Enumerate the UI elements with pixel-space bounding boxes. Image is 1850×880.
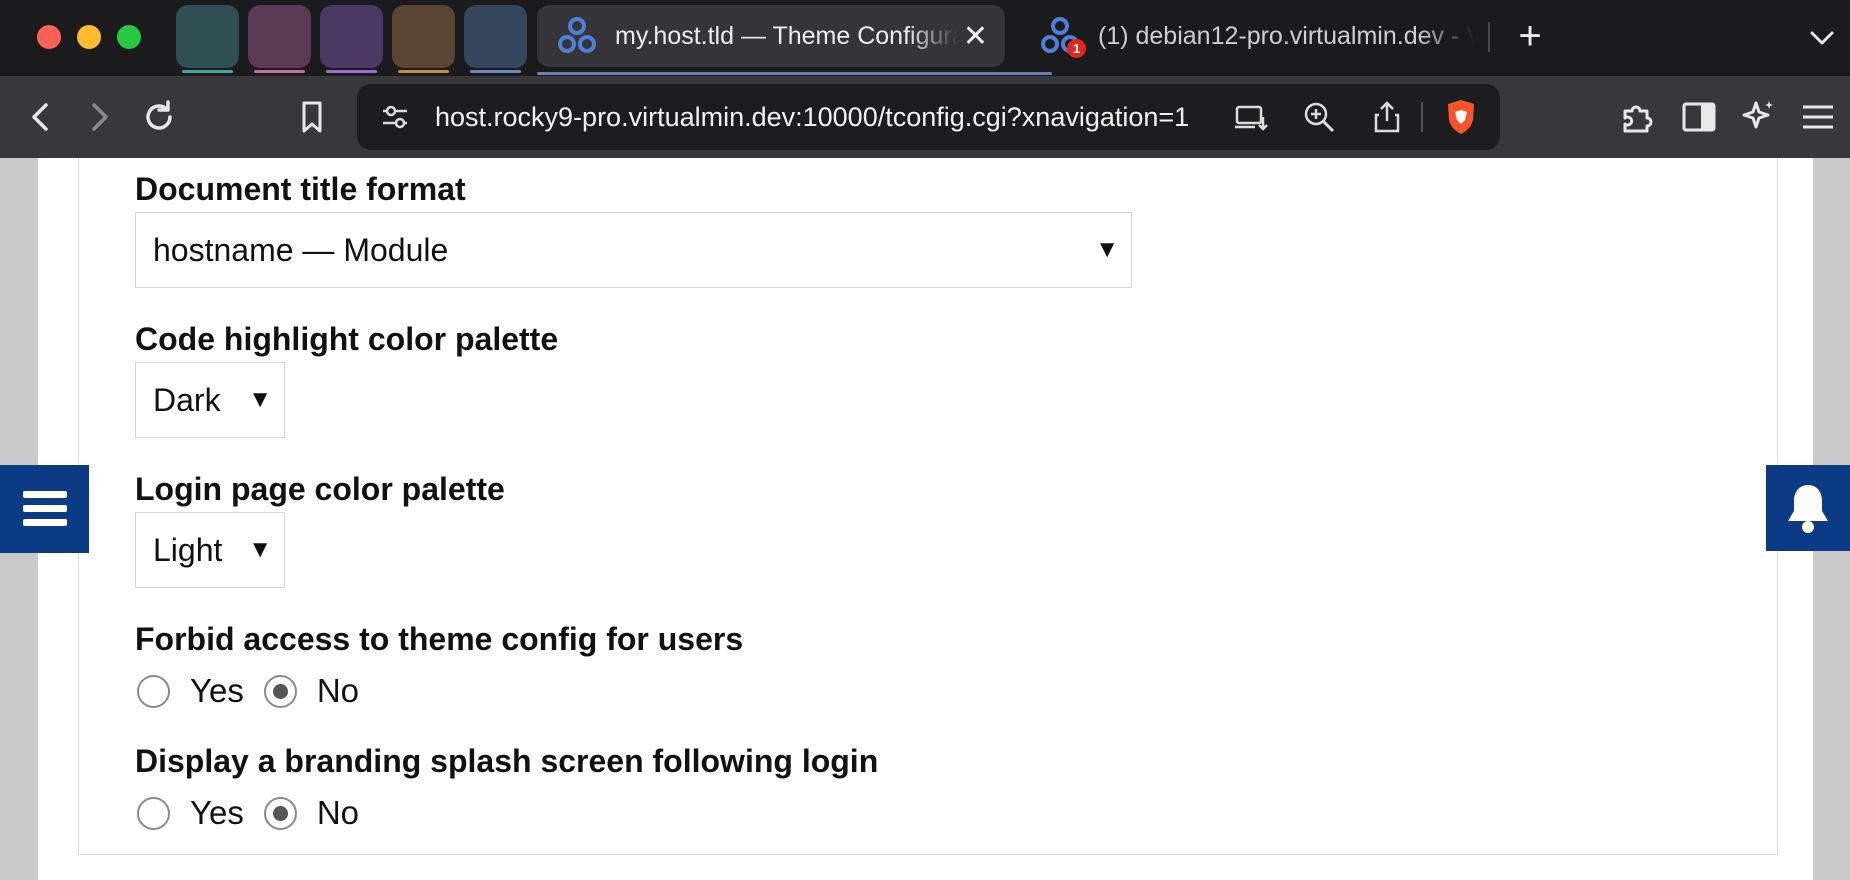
forbid-access-no-radio[interactable] (263, 674, 297, 708)
sparkle-star-icon (1742, 101, 1773, 129)
page-viewport: Document title format hostname — Module … (0, 158, 1850, 880)
hamburger-menu-icon (22, 491, 67, 526)
code-palette-select[interactable]: Dark ▼ (135, 362, 285, 438)
tab-load-indicator (537, 72, 1052, 75)
reload-button[interactable] (136, 94, 182, 140)
leo-ai-button[interactable] (1735, 94, 1781, 140)
forbid-access-radio-group: Yes No (137, 671, 379, 711)
back-arrow-icon (32, 103, 48, 131)
forbid-access-yes-radio[interactable] (137, 674, 170, 708)
address-bar-divider (1421, 102, 1423, 132)
reload-icon (146, 100, 172, 130)
dropdown-arrow-icon: ▼ (248, 386, 272, 413)
share-icon[interactable] (1365, 95, 1409, 139)
pinned-tab-1[interactable] (176, 5, 239, 73)
login-palette-value: Light (153, 531, 223, 568)
back-button[interactable] (18, 94, 64, 140)
splash-screen-yes-radio[interactable] (137, 796, 170, 830)
navigation-menu-toggle[interactable] (0, 465, 89, 553)
new-tab-button[interactable]: + (1505, 12, 1555, 62)
pinned-tab-4[interactable] (392, 5, 455, 73)
pinned-tab-underline (182, 70, 233, 73)
brave-shields-icon[interactable] (1439, 95, 1483, 139)
code-palette-value: Dark (153, 381, 221, 418)
forward-arrow-icon (92, 103, 108, 131)
tab-list-chevron-icon[interactable] (1802, 18, 1842, 58)
sidebar-icon (1682, 102, 1716, 132)
virtualmin-favicon-icon: 1 (1040, 16, 1086, 58)
fullscreen-window-button[interactable] (117, 25, 141, 49)
radio-label-no: No (316, 794, 360, 831)
theme-config-panel: Document title format hostname — Module … (78, 158, 1778, 855)
tab-title: my.host.tld — Theme Configuration (615, 21, 958, 50)
close-window-button[interactable] (37, 25, 61, 49)
pinned-tab-underline (254, 70, 305, 73)
pinned-tab-underline (470, 70, 521, 73)
splash-screen-label: Display a branding splash screen followi… (135, 743, 879, 779)
zoom-icon[interactable] (1297, 95, 1341, 139)
extensions-button[interactable] (1614, 94, 1660, 140)
webmin-favicon-icon (557, 16, 597, 56)
radio-label-no: No (316, 672, 360, 709)
tab-theme-configuration[interactable]: my.host.tld — Theme Configuration ✕ (537, 5, 1005, 67)
install-app-icon[interactable] (1229, 95, 1273, 139)
notification-badge: 1 (1067, 39, 1086, 58)
radio-label-yes: Yes (190, 794, 244, 831)
pinned-tab-2[interactable] (248, 5, 311, 73)
bookmark-icon (302, 101, 322, 133)
tab-strip: my.host.tld — Theme Configuration ✕ 1 (1… (0, 0, 1850, 76)
pinned-tab-underline (326, 70, 377, 73)
sidebar-toggle-button[interactable] (1676, 94, 1722, 140)
login-palette-select[interactable]: Light ▼ (135, 512, 285, 588)
login-palette-label: Login page color palette (135, 471, 505, 507)
puzzle-piece-icon (1623, 105, 1653, 133)
bell-icon (1788, 485, 1828, 533)
notifications-button[interactable] (1766, 465, 1850, 551)
pinned-tab-underline (398, 70, 449, 73)
radio-label-yes: Yes (190, 672, 244, 709)
dropdown-arrow-icon: ▼ (1095, 236, 1119, 263)
browser-toolbar: host.rocky9-pro.virtualmin.dev:10000/tco… (0, 76, 1850, 158)
dropdown-arrow-icon: ▼ (248, 536, 272, 563)
splash-screen-no-radio[interactable] (263, 796, 297, 830)
tab-debian12-virtualmin[interactable]: 1 (1) debian12-pro.virtualmin.dev - Virt… (1020, 5, 1475, 67)
forbid-access-label: Forbid access to theme config for users (135, 621, 744, 657)
title-format-value: hostname — Module (153, 231, 449, 268)
url-text[interactable]: host.rocky9-pro.virtualmin.dev:10000/tco… (435, 84, 1195, 150)
title-format-label: Document title format (135, 171, 466, 207)
forward-button[interactable] (76, 94, 122, 140)
pinned-tab-5[interactable] (464, 5, 527, 73)
tab-divider (1488, 22, 1490, 52)
title-format-select[interactable]: hostname — Module ▼ (135, 212, 1132, 288)
site-settings-icon[interactable] (373, 95, 417, 139)
minimize-window-button[interactable] (77, 25, 101, 49)
close-tab-icon[interactable]: ✕ (958, 19, 993, 54)
splash-screen-radio-group: Yes No (137, 793, 379, 833)
main-menu-button[interactable] (1795, 94, 1841, 140)
content-sheet: Document title format hostname — Module … (38, 158, 1813, 880)
pinned-tab-3[interactable] (320, 5, 383, 73)
address-bar[interactable]: host.rocky9-pro.virtualmin.dev:10000/tco… (357, 84, 1500, 150)
tab-title: (1) debian12-pro.virtualmin.dev - Virtua… (1098, 21, 1475, 50)
code-palette-label: Code highlight color palette (135, 321, 559, 357)
hamburger-menu-icon (1803, 105, 1833, 129)
bookmark-button[interactable] (289, 94, 335, 140)
